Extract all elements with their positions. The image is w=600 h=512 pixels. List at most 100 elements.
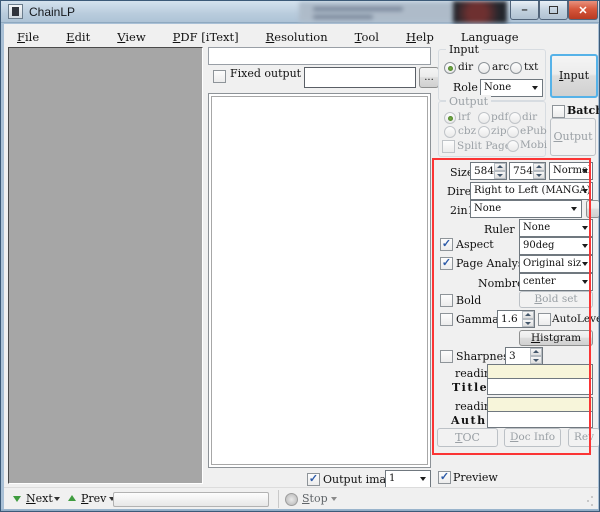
- bold-checkbox[interactable]: [440, 294, 453, 307]
- sharpness-checkbox[interactable]: [440, 350, 453, 363]
- autolevel-checkbox[interactable]: [538, 313, 551, 326]
- toc-button[interactable]: TOC: [437, 428, 498, 447]
- title-bar: ChainLP – ✕: [1, 1, 600, 23]
- chevron-down-icon: [532, 86, 538, 90]
- gamma-spinner[interactable]: 1.6: [497, 310, 535, 328]
- menu-pdf-itext[interactable]: PDF [iText]: [170, 28, 242, 46]
- spinner-down-icon[interactable]: [494, 171, 506, 179]
- spinner-up-icon[interactable]: [530, 348, 542, 356]
- rev-button[interactable]: Rev: [568, 428, 600, 447]
- spinner-up-icon[interactable]: [494, 163, 506, 171]
- menu-file[interactable]: File: [14, 28, 42, 46]
- output-lrf-label: lrf: [458, 111, 470, 123]
- output-lrf-radio[interactable]: [444, 112, 456, 124]
- input-dir-label: dir: [458, 61, 473, 73]
- output-mobi-label: Mobi: [520, 139, 547, 151]
- menu-help[interactable]: Help: [403, 28, 437, 46]
- next-dropdown-icon[interactable]: [54, 497, 60, 501]
- fixed-output-folder-checkbox[interactable]: [213, 70, 226, 83]
- fixed-output-folder-input[interactable]: [304, 67, 416, 88]
- output-pdf-radio[interactable]: [478, 112, 490, 124]
- menu-view[interactable]: View: [114, 28, 148, 46]
- output-image-checkbox[interactable]: ✓: [307, 473, 320, 486]
- page-analys-dropdown[interactable]: Original siz: [519, 255, 593, 273]
- input-dir-radio[interactable]: [444, 62, 456, 74]
- input-arc-radio[interactable]: [478, 62, 490, 74]
- fixed-output-folder-label: Fixed output folde: [230, 67, 309, 80]
- histgram-button[interactable]: Histgram: [519, 330, 593, 346]
- window-title: ChainLP: [29, 5, 75, 19]
- resize-grip[interactable]: [587, 500, 589, 502]
- aspect-checkbox[interactable]: ✓: [440, 238, 453, 251]
- input-button[interactable]: Input: [550, 54, 598, 98]
- spinner-up-icon[interactable]: [522, 311, 534, 319]
- maximize-button[interactable]: [539, 1, 568, 20]
- spinner-up-icon[interactable]: [533, 163, 545, 171]
- next-button[interactable]: Next: [26, 492, 53, 505]
- direction-dropdown[interactable]: Right to Left (MANGA): [470, 182, 593, 200]
- input-group-title: Input: [446, 43, 482, 56]
- output-epub-radio[interactable]: [507, 126, 519, 138]
- stop-dropdown-icon[interactable]: [331, 497, 337, 501]
- gamma-checkbox[interactable]: [440, 313, 453, 326]
- preview-checkbox[interactable]: ✓: [438, 471, 451, 484]
- output-dir-radio[interactable]: [509, 112, 521, 124]
- menu-resolution[interactable]: Resolution: [263, 28, 331, 46]
- prev-button[interactable]: Prev: [81, 492, 106, 505]
- two-in-one-dropdown[interactable]: None: [470, 200, 582, 218]
- spinner-down-icon[interactable]: [522, 319, 534, 327]
- size-mode-dropdown[interactable]: Normal: [549, 162, 593, 180]
- page-analys-checkbox[interactable]: ✓: [440, 257, 453, 270]
- output-image-dropdown[interactable]: 1: [385, 470, 431, 488]
- bold-set-button[interactable]: Bold set: [519, 291, 593, 308]
- menu-edit[interactable]: Edit: [63, 28, 93, 46]
- batch-checkbox[interactable]: [552, 105, 565, 118]
- chevron-down-icon: [582, 244, 588, 248]
- nombre-dropdown[interactable]: center: [519, 273, 593, 291]
- output-path-field[interactable]: [208, 47, 431, 65]
- output-button[interactable]: Output: [550, 118, 596, 156]
- aspect-dropdown[interactable]: 90deg: [519, 237, 593, 255]
- stop-button[interactable]: Stop: [302, 492, 328, 505]
- batch-label: Batch: [567, 104, 600, 117]
- blurred-overlay-window: [299, 2, 455, 22]
- author-input[interactable]: [487, 411, 593, 428]
- input-arc-label: arc: [492, 61, 509, 73]
- next-arrow-icon: [13, 496, 21, 502]
- chevron-down-icon: [582, 280, 588, 284]
- role-label: Role: [453, 81, 478, 94]
- input-txt-radio[interactable]: [510, 62, 522, 74]
- doc-info-button[interactable]: Doc Info: [504, 428, 561, 447]
- spinner-down-icon[interactable]: [530, 356, 542, 364]
- maximize-icon: [549, 6, 558, 14]
- progress-bar: [113, 492, 269, 507]
- minimize-button[interactable]: –: [510, 1, 539, 20]
- clipped-small-button[interactable]: [586, 200, 600, 218]
- menu-tool[interactable]: Tool: [352, 28, 382, 46]
- split-page-label: Split Page: [457, 140, 511, 152]
- output-mobi-radio[interactable]: [507, 140, 519, 152]
- title-input[interactable]: [487, 378, 593, 395]
- output-cbz-radio[interactable]: [444, 126, 456, 138]
- output-zip-radio[interactable]: [478, 126, 490, 138]
- spinner-down-icon[interactable]: [533, 171, 545, 179]
- size-width-spinner[interactable]: 584: [470, 162, 507, 180]
- gamma-label: Gamma: [456, 313, 499, 326]
- preview-canvas[interactable]: [211, 96, 428, 465]
- sharpness-spinner[interactable]: 3: [505, 347, 543, 365]
- ruler-dropdown[interactable]: None: [519, 219, 593, 237]
- preview-panel: [208, 93, 431, 468]
- chevron-down-icon: [582, 189, 588, 193]
- size-height-spinner[interactable]: 754: [509, 162, 546, 180]
- browse-button[interactable]: ...: [419, 67, 439, 88]
- blurred-overlay-dark: [453, 1, 507, 23]
- separator: [278, 490, 279, 508]
- output-image-label: Output imag: [323, 473, 393, 486]
- output-dir-label: dir: [522, 111, 537, 123]
- file-list[interactable]: [8, 47, 203, 484]
- close-button[interactable]: ✕: [568, 1, 598, 20]
- split-page-checkbox[interactable]: [442, 140, 455, 153]
- chevron-down-icon: [582, 226, 588, 230]
- chevron-down-icon: [420, 477, 426, 481]
- app-icon: [8, 4, 23, 19]
